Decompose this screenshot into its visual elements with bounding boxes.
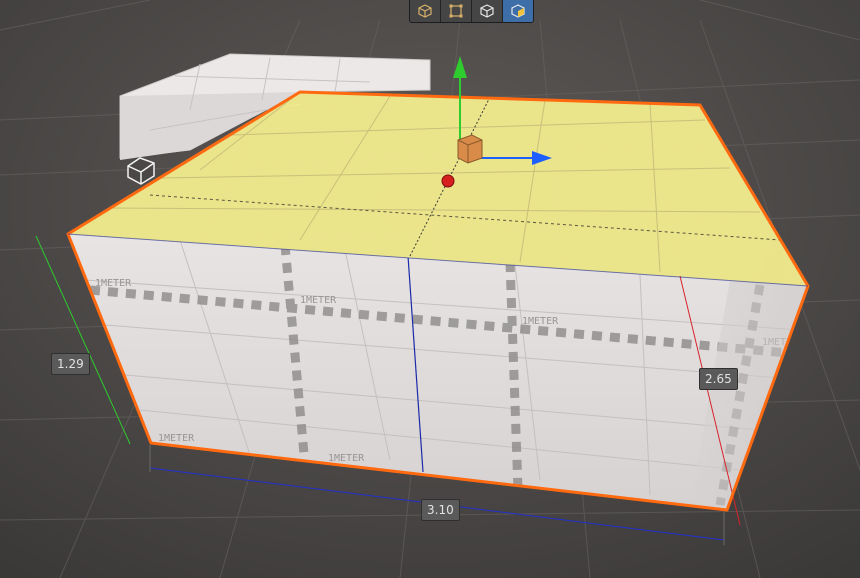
cube-face-icon — [511, 4, 525, 18]
meter-label: 1METER — [522, 316, 559, 327]
object-mode-button[interactable] — [410, 0, 441, 22]
depth-dimension-label: 2.65 — [699, 368, 738, 390]
meter-label: 1METER — [158, 433, 195, 444]
height-dimension-label: 1.29 — [51, 353, 90, 375]
meter-label: 1METER — [328, 453, 365, 464]
rect-select-mode-button[interactable] — [441, 0, 472, 22]
x-axis-handle[interactable] — [441, 174, 455, 188]
cube-icon — [418, 4, 432, 18]
width-dimension-label: 3.10 — [421, 499, 460, 521]
face-mode-button[interactable] — [503, 0, 533, 22]
meter-label: 1METER — [300, 295, 337, 306]
cube-wire-icon — [480, 4, 494, 18]
bounding-box-icon — [449, 4, 463, 18]
edit-mode-toolbar — [409, 0, 534, 23]
vertex-mode-button[interactable] — [472, 0, 503, 22]
meter-label: 1METER — [95, 278, 132, 289]
scene-viewport[interactable]: 1METER 1METER 1METER 1METER 1METER 1METE… — [0, 0, 860, 578]
plane-handle[interactable] — [457, 134, 483, 164]
